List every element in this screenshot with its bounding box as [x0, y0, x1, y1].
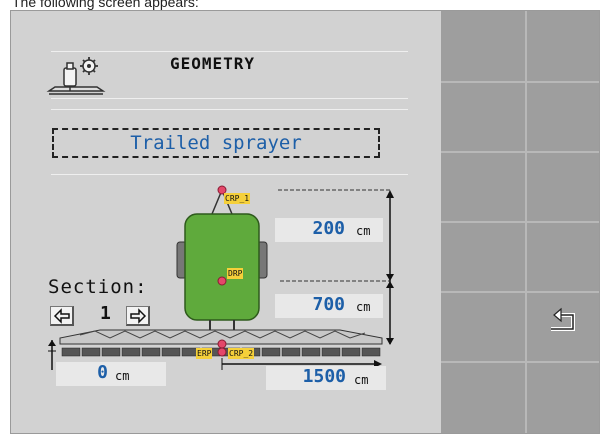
softkey-6[interactable] [527, 153, 600, 217]
arrow-right-icon [130, 308, 147, 324]
back-return-icon [551, 307, 575, 331]
boom-offset-value: 1500 [302, 366, 346, 387]
drp-distance-unit: cm [356, 300, 371, 314]
softkey-5[interactable] [441, 153, 514, 217]
softkey-panel [441, 11, 599, 433]
divider [51, 51, 408, 52]
erp-tag: ERP [196, 348, 213, 359]
page-caption: The following screen appears: [12, 0, 199, 10]
softkey-3[interactable] [441, 83, 514, 147]
section-prev-button[interactable] [50, 306, 74, 326]
back-button[interactable] [527, 293, 600, 357]
sprayer-type-field[interactable]: Trailed sprayer [52, 128, 380, 158]
crp1-distance-unit: cm [356, 224, 371, 238]
crp2-tag: CRP_2 [228, 348, 255, 359]
softkey-7[interactable] [441, 223, 514, 287]
softkey-1[interactable] [441, 11, 514, 75]
softkey-9[interactable] [441, 293, 514, 357]
divider [51, 109, 408, 110]
crp1-tag: CRP_1 [224, 193, 251, 204]
softkey-12[interactable] [527, 363, 600, 427]
sprayer-type-label: Trailed sprayer [130, 132, 302, 154]
softkey-2[interactable] [527, 11, 600, 75]
divider [51, 174, 408, 175]
sprayer-settings-icon [45, 54, 107, 100]
drp-distance-value: 700 [312, 294, 345, 315]
drp-tag: DRP [227, 268, 244, 279]
page-title: GEOMETRY [170, 54, 256, 73]
lateral-offset-value: 0 [97, 362, 108, 383]
crp1-distance-value: 200 [312, 218, 345, 239]
lateral-offset-unit: cm [115, 369, 130, 383]
section-value: 1 [100, 303, 111, 324]
softkey-11[interactable] [441, 363, 514, 427]
softkey-4[interactable] [527, 83, 600, 147]
arrow-left-icon [53, 308, 70, 324]
softkey-8[interactable] [527, 223, 600, 287]
section-label: Section: [48, 276, 148, 298]
section-next-button[interactable] [126, 306, 150, 326]
boom-offset-unit: cm [354, 373, 369, 387]
